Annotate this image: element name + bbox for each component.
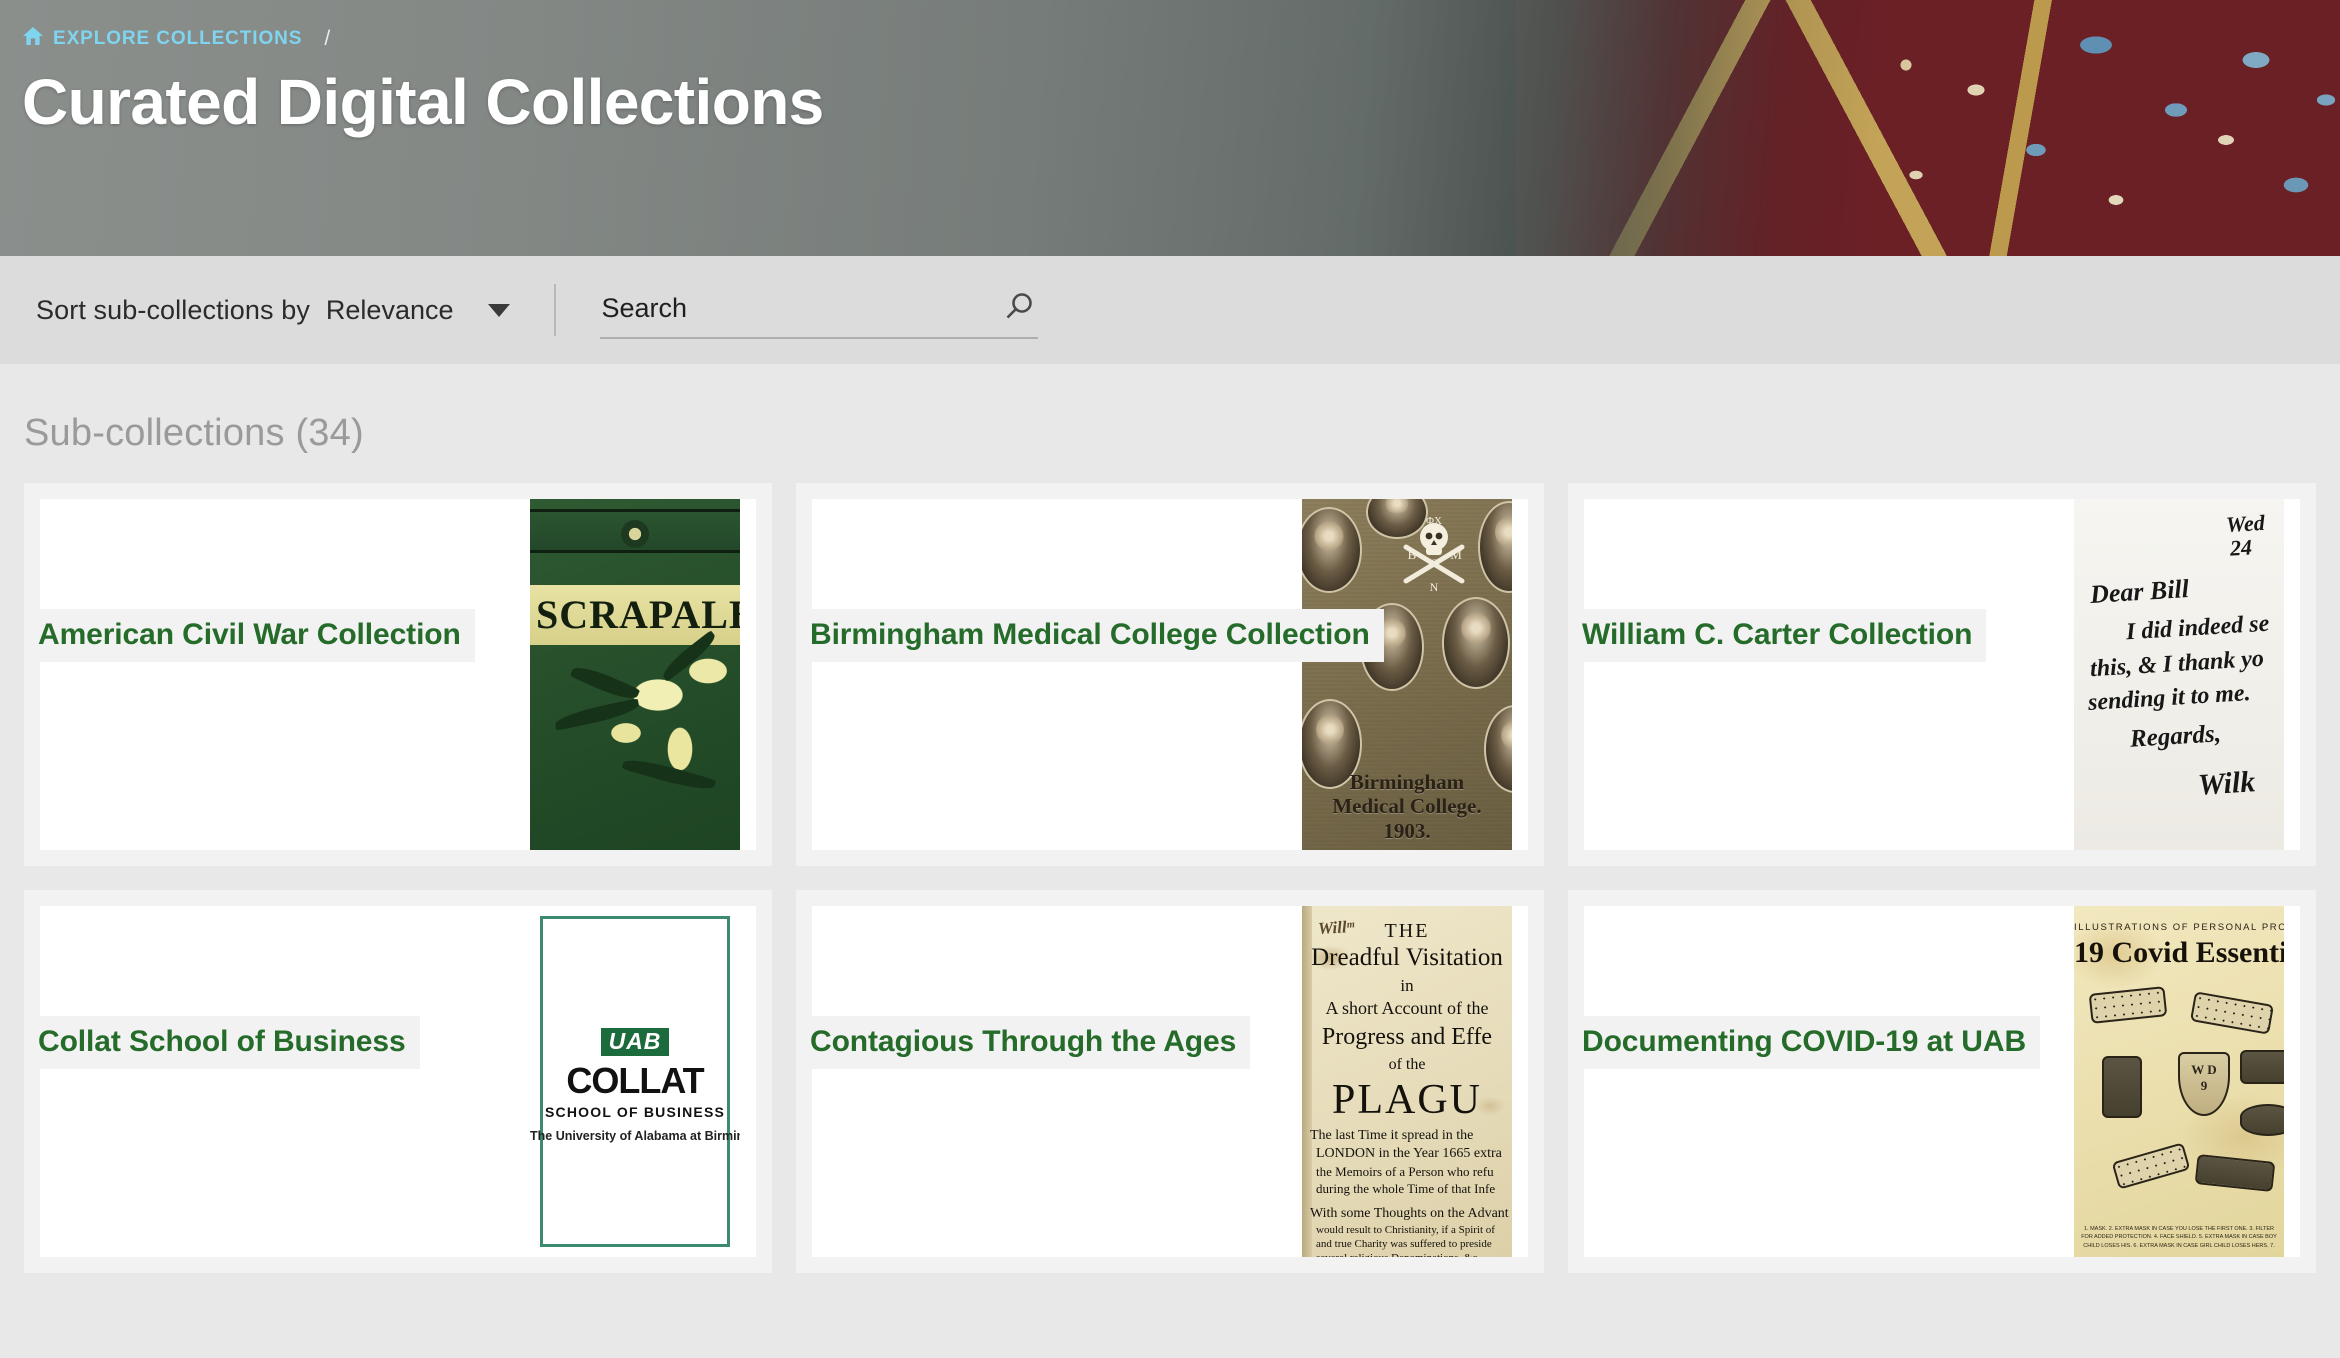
collection-thumbnail: Wed 24 Dear Bill I did indeed se this, &… xyxy=(2074,499,2284,850)
collection-card-body: Wed 24 Dear Bill I did indeed se this, &… xyxy=(1584,499,2300,850)
collection-card-body: Willᵐ THE Dreadful Visitation in A short… xyxy=(812,906,1528,1257)
collat-logo-image: UAB COLLAT SCHOOL OF BUSINESS The Univer… xyxy=(530,906,740,1257)
svg-text:N: N xyxy=(1430,580,1439,594)
chevron-down-icon xyxy=(487,303,510,317)
toolbar-divider xyxy=(553,284,556,336)
collection-card-title[interactable]: William C. Carter Collection xyxy=(1568,609,1987,662)
svg-text:B: B xyxy=(1408,547,1417,562)
home-icon xyxy=(22,26,44,52)
collection-card-body: ILLUSTRATIONS OF PERSONAL PROTE 19 Covid… xyxy=(1584,906,2300,1257)
breadcrumb: EXPLORE COLLECTIONS / xyxy=(22,26,2340,52)
svg-text:C: C xyxy=(1430,556,1438,570)
breadcrumb-separator: / xyxy=(324,27,331,50)
svg-text:M: M xyxy=(1450,547,1462,562)
composite-photo-caption: Birmingham Medical College. 1903. xyxy=(1332,769,1482,844)
collection-thumbnail: SCRAPALBUM xyxy=(530,499,740,850)
broadside-header: ILLUSTRATIONS OF PERSONAL PROTE xyxy=(2074,922,2284,933)
handwritten-letter-image: Wed 24 Dear Bill I did indeed se this, &… xyxy=(2074,499,2284,850)
search-icon[interactable] xyxy=(1002,290,1036,329)
broadside-footnote: 1. MASK. 2. EXTRA MASK IN CASE YOU LOSE … xyxy=(2080,1226,2278,1251)
collection-card-title[interactable]: Documenting COVID-19 at UAB xyxy=(1568,1016,2041,1069)
main-content: Sub-collections (34) SCRAPALBUM Ame xyxy=(0,364,2340,1273)
page-title: Curated Digital Collections xyxy=(22,66,824,138)
collection-card-title[interactable]: American Civil War Collection xyxy=(24,609,475,662)
class-composite-photo-image: ΦX B M C N Birmingham Medical College. 1… xyxy=(1302,499,1512,850)
collat-subtitle: SCHOOL OF BUSINESS xyxy=(544,1104,726,1120)
collection-thumbnail: UAB COLLAT SCHOOL OF BUSINESS The Univer… xyxy=(530,906,740,1257)
plague-pamphlet-image: Willᵐ THE Dreadful Visitation in A short… xyxy=(1302,906,1512,1257)
section-heading: Sub-collections (34) xyxy=(24,412,364,454)
collat-wordmark: COLLAT xyxy=(566,1060,704,1101)
sort-selected-value: Relevance xyxy=(325,294,454,325)
page-hero: EXPLORE COLLECTIONS / Curated Digital Co… xyxy=(0,0,2340,256)
sort-dropdown[interactable]: Relevance xyxy=(326,295,510,326)
collection-card[interactable]: Willᵐ THE Dreadful Visitation in A short… xyxy=(796,890,1544,1273)
collection-thumbnail: ILLUSTRATIONS OF PERSONAL PROTE 19 Covid… xyxy=(2074,906,2284,1257)
breadcrumb-label: EXPLORE COLLECTIONS xyxy=(53,28,303,49)
breadcrumb-explore-collections-link[interactable]: EXPLORE COLLECTIONS xyxy=(22,26,302,52)
collection-thumbnail: Willᵐ THE Dreadful Visitation in A short… xyxy=(1302,906,1512,1257)
uab-wordmark: UAB xyxy=(600,1028,670,1056)
collection-toolbar: Sort sub-collections by Relevance xyxy=(0,256,2340,364)
scrap-album-cover-image: SCRAPALBUM xyxy=(530,499,740,850)
collection-thumbnail: ΦX B M C N Birmingham Medical College. 1… xyxy=(1302,499,1512,850)
collection-card-body: SCRAPALBUM xyxy=(40,499,756,850)
covid-essentials-broadside-image: ILLUSTRATIONS OF PERSONAL PROTE 19 Covid… xyxy=(2074,906,2284,1257)
collection-card-body: ΦX B M C N Birmingham Medical College. 1… xyxy=(812,499,1528,850)
svg-text:ΦX: ΦX xyxy=(1426,515,1442,527)
collat-university-line: The University of Alabama at Birmingham xyxy=(530,1129,740,1143)
collection-card[interactable]: Wed 24 Dear Bill I did indeed se this, &… xyxy=(1568,483,2316,866)
search-field[interactable] xyxy=(599,281,1038,339)
collection-card-title[interactable]: Contagious Through the Ages xyxy=(796,1016,1251,1069)
collection-card[interactable]: ILLUSTRATIONS OF PERSONAL PROTE 19 Covid… xyxy=(1568,890,2316,1273)
search-input[interactable] xyxy=(599,285,1038,337)
sort-label: Sort sub-collections by xyxy=(36,294,310,325)
collection-card-body: UAB COLLAT SCHOOL OF BUSINESS The Univer… xyxy=(40,906,756,1257)
broadside-title: 19 Covid Essenti xyxy=(2074,936,2284,969)
sub-collections-grid: SCRAPALBUM American Civil War Collection xyxy=(24,483,2316,1273)
collection-card[interactable]: ΦX B M C N Birmingham Medical College. 1… xyxy=(796,483,1544,866)
collection-card-title[interactable]: Collat School of Business xyxy=(24,1016,420,1069)
ward-charm-shield: W D9 xyxy=(2178,1052,2230,1116)
collection-card[interactable]: SCRAPALBUM American Civil War Collection xyxy=(24,483,772,866)
collection-card-title[interactable]: Birmingham Medical College Collection xyxy=(796,609,1384,662)
skull-and-bones-emblem: ΦX B M C N xyxy=(1386,511,1482,607)
collection-card[interactable]: UAB COLLAT SCHOOL OF BUSINESS The Univer… xyxy=(24,890,772,1273)
